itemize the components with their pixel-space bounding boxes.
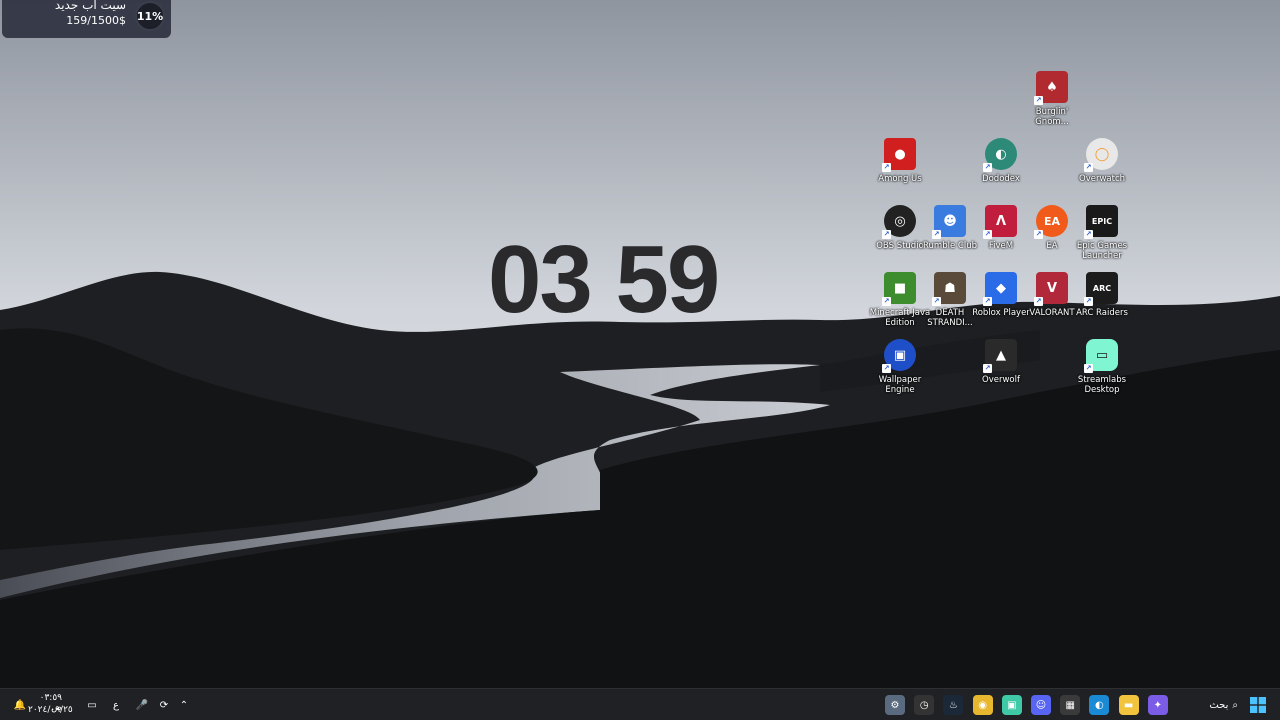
death-stranding-icon: ☗ ↗ <box>932 272 966 306</box>
overwatch-icon: ◯ ↗ <box>1084 138 1118 172</box>
streamlabs-icon: ▭ ↗ <box>1084 339 1118 373</box>
valorant-icon: V ↗ <box>1034 272 1068 306</box>
notifications-bell-icon[interactable]: 🔔 <box>10 695 30 715</box>
desktop-shortcut-overwatch[interactable]: ◯ ↗ Overwatch <box>1070 138 1134 184</box>
gnome-icon: ♠ ↗ <box>1034 71 1068 105</box>
desktop-shortcut-streamlabs[interactable]: ▭ ↗ Streamlabs Desktop <box>1070 339 1134 395</box>
store-icon[interactable]: ▦ <box>1060 695 1081 715</box>
start-button[interactable] <box>1248 695 1268 715</box>
taskbar: 🔔 ٠٣:٥٩ ص ٢٠٢٤/٠٩/٢٥ ▭ ع 🎤 ⟳ ⌃ ⚙ ◷ ♨ ◉ ▣ ☺ ▦ ◐ ▬… <box>0 688 1280 720</box>
search-box[interactable]: بحث ⌕ <box>1178 695 1238 715</box>
timer-app-icon[interactable]: ◷ <box>914 695 935 715</box>
windows-logo-icon <box>1250 697 1266 713</box>
dododex-icon: ◐ ↗ <box>983 138 1017 172</box>
desktop-shortcut-burglin-gnomes[interactable]: ♠ ↗ Burglin' Gnom... <box>1020 71 1084 127</box>
chrome-icon[interactable]: ◉ <box>972 695 993 715</box>
epic-games-icon: EPIC ↗ <box>1084 205 1118 239</box>
edge-icon[interactable]: ◐ <box>1089 695 1110 715</box>
microphone-icon[interactable]: 🎤 <box>132 695 152 715</box>
overwolf-icon: ▲ ↗ <box>983 339 1017 373</box>
sync-icon[interactable]: ⟳ <box>154 695 174 715</box>
wallpaper-engine-icon: ▣ ↗ <box>882 339 916 373</box>
desktop-shortcut-among-us[interactable]: ● ↗ Among Us <box>868 138 932 184</box>
progress-percent-badge: 11% <box>135 1 165 31</box>
search-icon: ⌕ <box>1232 699 1238 711</box>
streamlabs-taskbar-icon[interactable]: ▣ <box>1001 695 1022 715</box>
fivem-icon: Λ ↗ <box>983 205 1017 239</box>
widget-subtitle: 159/1500$ <box>66 14 126 27</box>
desktop-shortcut-epic-games[interactable]: EPIC ↗ Epic Games Launcher <box>1070 205 1134 261</box>
input-language-indicator[interactable]: ع <box>106 695 126 715</box>
chevron-up-icon[interactable]: ⌃ <box>174 695 194 715</box>
roblox-icon: ◆ ↗ <box>983 272 1017 306</box>
desktop-shortcut-overwolf[interactable]: ▲ ↗ Overwolf <box>969 339 1033 385</box>
network-icon[interactable]: ▭ <box>82 695 102 715</box>
desktop-shortcut-dododex[interactable]: ◐ ↗ Dododex <box>969 138 1033 184</box>
search-label: بحث <box>1209 699 1229 711</box>
settings-icon[interactable]: ⚙ <box>885 695 905 715</box>
goal-progress-widget[interactable]: سيت أب جديد 159/1500$ 11% <box>2 0 171 38</box>
file-explorer-icon[interactable]: ▬ <box>1118 695 1139 715</box>
obs-icon: ◎ ↗ <box>882 205 916 239</box>
desktop-shortcut-wallpaper-engine[interactable]: ▣ ↗ Wallpaper Engine <box>868 339 932 395</box>
minecraft-icon: ■ ↗ <box>882 272 916 306</box>
rumble-club-icon: ☻ ↗ <box>932 205 966 239</box>
desktop-clock-widget: 03 59 <box>488 226 720 333</box>
taskbar-clock-date[interactable]: ٢٠٢٤/٠٩/٢٥ <box>28 705 73 715</box>
discord-icon[interactable]: ☺ <box>1031 695 1051 715</box>
widget-title: سيت أب جديد <box>54 0 126 12</box>
steam-icon[interactable]: ♨ <box>943 695 964 715</box>
desktop-shortcut-arc-raiders[interactable]: ARC ↗ ARC Raiders <box>1070 272 1134 318</box>
copilot-icon[interactable]: ✦ <box>1147 695 1168 715</box>
among-us-icon: ● ↗ <box>882 138 916 172</box>
arc-raiders-icon: ARC ↗ <box>1084 272 1118 306</box>
ea-icon: EA ↗ <box>1034 205 1068 239</box>
